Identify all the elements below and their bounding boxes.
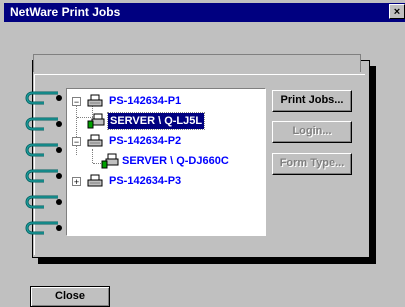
tree-item-label: SERVER \ Q-LJ5L [106,112,206,130]
collapse-toggle[interactable]: − [72,97,81,107]
window-close-icon[interactable]: × [389,4,405,19]
print-jobs-button[interactable]: Print Jobs... [272,90,352,112]
print-queue-icon [87,113,105,129]
print-queue-icon [101,153,119,169]
close-button[interactable]: Close [30,286,110,307]
window-title: NetWare Print Jobs [10,5,121,19]
expand-toggle[interactable]: + [72,177,81,187]
spiral-ring-icon [25,195,62,209]
collapse-toggle[interactable]: − [72,137,81,147]
printer-icon [87,134,103,147]
printer-icon [87,174,103,187]
spiral-ring-icon [25,143,62,157]
tree-connector [76,103,77,155]
tree-connector [93,163,101,164]
title-bar[interactable]: NetWare Print Jobs × [4,3,405,22]
tree-connector [92,149,93,163]
tree-item-label: PS-142634-P1 [109,95,182,107]
print-server-tree[interactable]: − PS-142634-P1 SERVER \ Q-LJ5L − PS-1426… [66,88,266,236]
tree-item-label: PS-142634-P3 [109,175,182,187]
spiral-ring-icon [25,221,62,235]
tree-item-label: SERVER \ Q-DJ660C [122,155,229,167]
notebook-header-bar [33,54,361,72]
tree-item-label: PS-142634-P2 [109,135,182,147]
login-button[interactable]: Login... [272,121,352,143]
spiral-ring-icon [25,169,62,183]
netware-print-jobs-window: NetWare Print Jobs × − PS-142634-P1 SERV… [0,0,405,307]
printer-icon [87,94,103,107]
spiral-ring-icon [25,117,62,131]
form-type-button[interactable]: Form Type... [272,153,352,175]
spiral-ring-icon [25,91,62,105]
